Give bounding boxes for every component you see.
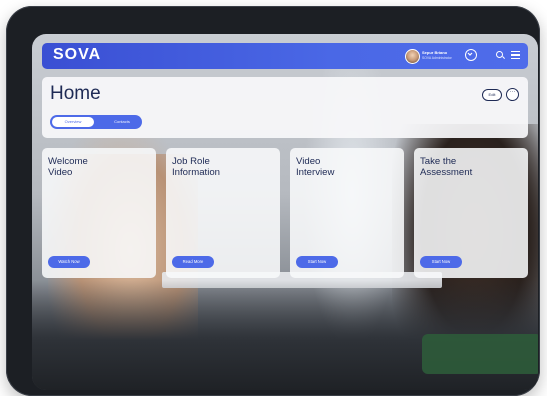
sova-logo[interactable]: SOVA [53,46,101,64]
watch-now-button[interactable]: Watch Now [48,256,90,268]
edit-button[interactable]: Edit [482,89,502,101]
card-title: Video Interview [296,156,335,178]
background-photo-chair [422,334,538,374]
card-title: Take the Assessment [420,156,473,178]
start-now-button[interactable]: Start Now [420,256,462,268]
start-now-button[interactable]: Start Now [296,256,338,268]
user-name: Sepur Briano [422,50,448,55]
card-job-role-information: Job Role Information Read More [166,148,280,278]
tab-contacts[interactable]: Contacts [104,117,140,127]
page-title: Home [50,83,101,104]
card-title: Welcome Video [48,156,88,178]
app-screen: SOVA Sepur Briano SOVA Administrator Hom… [32,34,538,390]
more-options-button[interactable]: ··· [506,88,519,101]
card-take-the-assessment: Take the Assessment Start Now [414,148,528,278]
top-navbar: SOVA Sepur Briano SOVA Administrator [42,43,528,69]
user-avatar[interactable] [405,49,420,64]
card-welcome-video: Welcome Video Watch Now [42,148,156,278]
home-header-panel: Home Overview Contacts Edit ··· [42,77,528,138]
card-title: Job Role Information [172,156,220,178]
tablet-frame: SOVA Sepur Briano SOVA Administrator Hom… [6,6,540,396]
chevron-down-icon[interactable] [465,49,477,61]
user-role: SOVA Administrator [422,56,452,60]
search-icon[interactable] [496,51,503,58]
read-more-button[interactable]: Read More [172,256,214,268]
card-video-interview: Video Interview Start Now [290,148,404,278]
menu-icon[interactable] [511,51,520,59]
tab-switcher: Overview Contacts [50,115,142,129]
tab-overview[interactable]: Overview [52,117,94,127]
